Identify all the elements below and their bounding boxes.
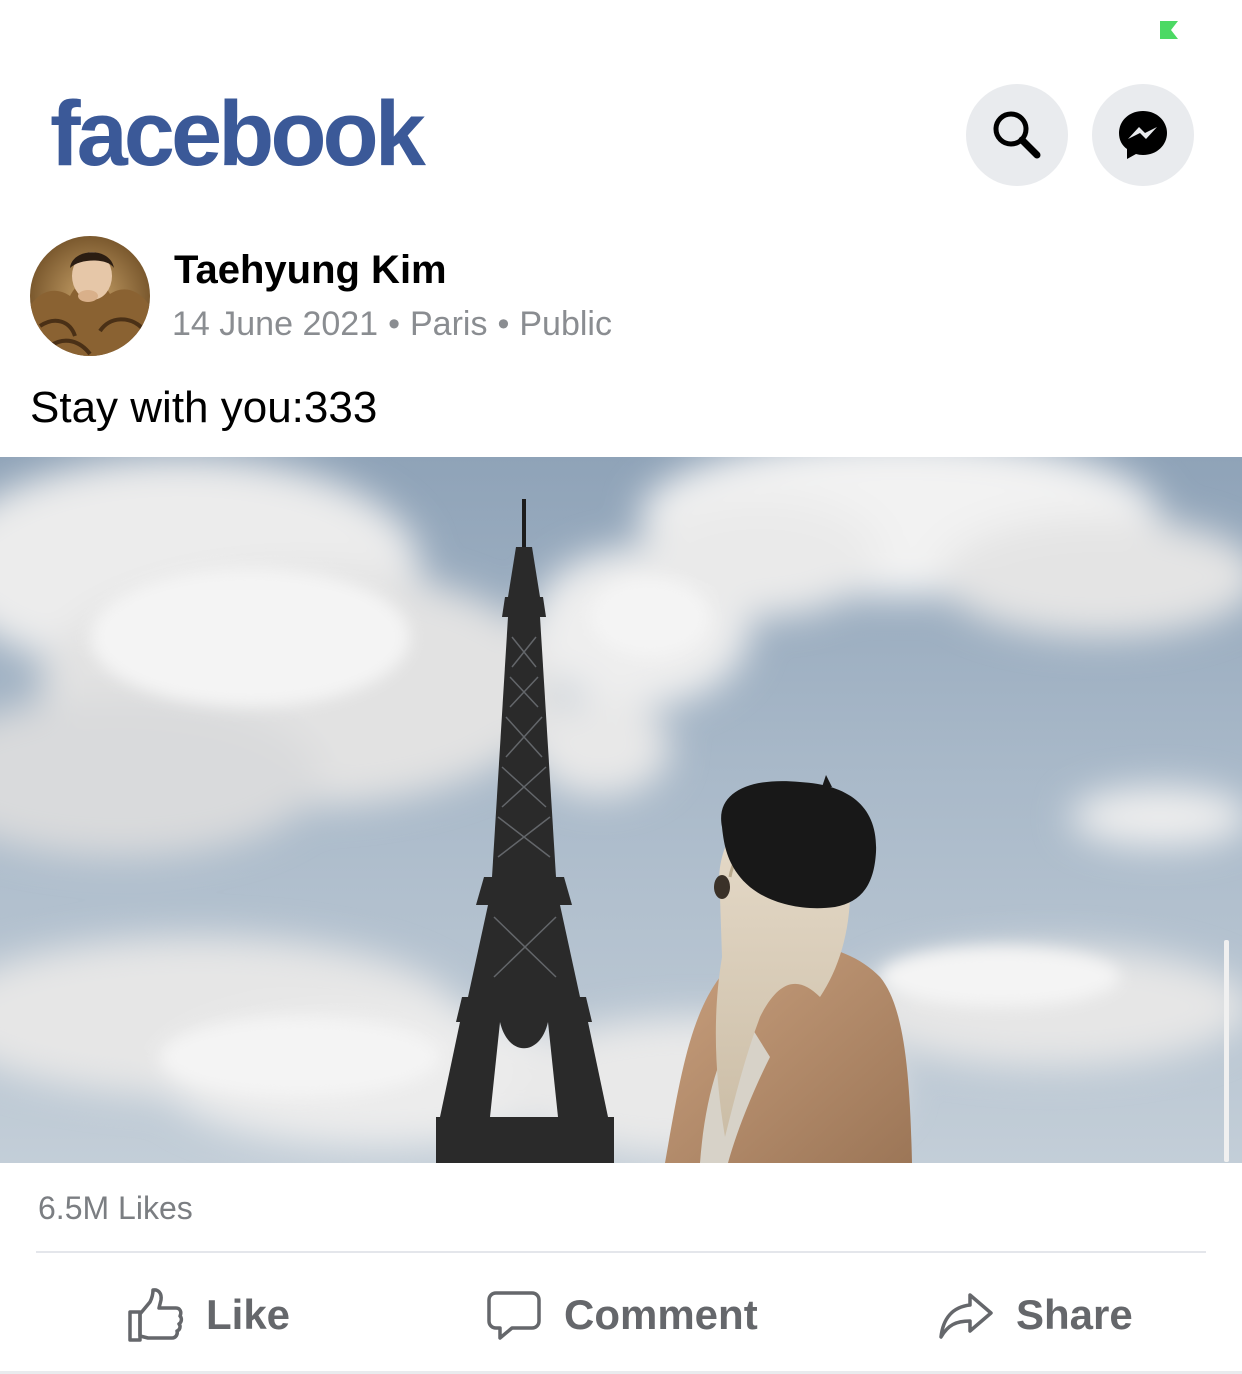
meta-separator: • [497,305,510,343]
author-name[interactable]: Taehyung Kim [174,248,447,293]
scrollbar[interactable] [1224,940,1229,1162]
likes-count[interactable]: 6.5M Likes [38,1190,193,1227]
share-button[interactable]: Share [938,1280,1133,1350]
like-button[interactable]: Like [126,1280,290,1350]
messenger-button[interactable] [1092,84,1194,186]
messenger-icon [1119,111,1167,159]
post-photo[interactable] [0,457,1242,1163]
search-icon [993,111,1041,159]
post-text: Stay with you:333 [30,383,378,432]
eiffel-tower-photo [0,457,1242,1163]
top-header: facebook [0,70,1242,210]
comment-button[interactable]: Comment [486,1280,758,1350]
status-indicator-icon [1160,21,1178,39]
meta-separator: • [388,305,400,343]
search-button[interactable] [966,84,1068,186]
comment-label: Comment [564,1291,758,1338]
avatar-image [30,236,150,356]
share-icon [939,1293,993,1339]
author-avatar[interactable] [30,236,150,356]
divider [36,1251,1206,1253]
post-audience[interactable]: Public [519,305,612,343]
post-meta: 14 June 2021 • Paris • Public [172,305,612,344]
share-label: Share [1016,1291,1133,1338]
thumbs-up-icon [128,1288,184,1342]
like-label: Like [206,1291,291,1338]
comment-icon [487,1291,541,1340]
facebook-app: facebook Taehyung Kim 14 June 2021 • Par… [0,0,1242,1374]
facebook-logo[interactable]: facebook [50,88,426,180]
post-date[interactable]: 14 June 2021 [172,305,378,343]
post-location[interactable]: Paris [410,305,487,343]
